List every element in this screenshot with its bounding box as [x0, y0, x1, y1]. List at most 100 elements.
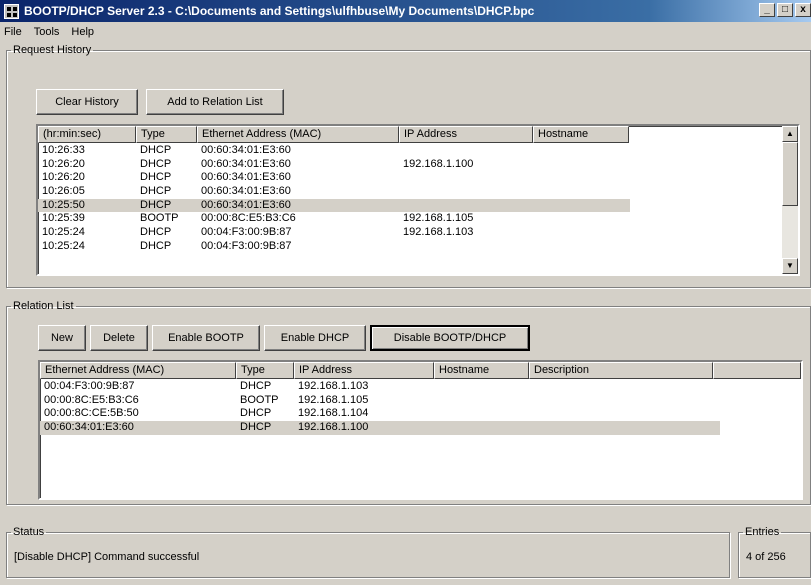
request-history-rows: 10:26:33 DHCP 00:60:34:01:E3:60 10:26:20… — [38, 144, 630, 254]
cell-hostname — [434, 407, 529, 421]
app-icon — [4, 3, 19, 19]
cell-mac: 00:00:8C:CE:5B:50 — [44, 407, 139, 420]
column-header-description[interactable]: Description — [529, 362, 713, 379]
table-row[interactable]: 00:00:8C:CE:5B:50 DHCP 192.168.1.104 — [40, 407, 720, 421]
cell-description — [529, 421, 713, 435]
maximize-button[interactable]: □ — [777, 3, 793, 17]
menu-tools[interactable]: Tools — [34, 26, 60, 38]
cell-hostname — [533, 212, 629, 226]
cell-type: DHCP — [140, 198, 172, 211]
column-header-mac[interactable]: Ethernet Address (MAC) — [197, 126, 399, 143]
column-header-ip[interactable]: IP Address — [399, 126, 533, 143]
menu-bar: File Tools Help — [0, 22, 811, 41]
cell-ip: 192.168.1.103 — [298, 380, 369, 392]
column-header-hostname[interactable]: Hostname — [533, 126, 629, 143]
table-row[interactable]: 10:25:24 DHCP 00:04:F3:00:9B:87 192.168.… — [38, 226, 630, 240]
window-controls: _ □ x — [759, 3, 811, 17]
cell-type: DHCP — [140, 171, 172, 184]
close-button[interactable]: x — [795, 3, 811, 17]
column-header-type[interactable]: Type — [136, 126, 197, 143]
cell-time: 10:25:39 — [42, 212, 85, 225]
cell-hostname — [533, 185, 629, 199]
cell-time: 10:26:05 — [42, 185, 85, 198]
table-row[interactable]: 10:26:20 DHCP 00:60:34:01:E3:60 192.168.… — [38, 158, 630, 172]
cell-mac: 00:04:F3:00:9B:87 — [201, 239, 292, 252]
scroll-down-arrow-icon[interactable]: ▼ — [782, 258, 798, 274]
cell-time: 10:25:24 — [42, 239, 85, 252]
cell-ip: 192.168.1.105 — [298, 393, 369, 406]
delete-button[interactable]: Delete — [90, 325, 148, 351]
cell-type: DHCP — [140, 226, 172, 239]
column-header-ip[interactable]: IP Address — [294, 362, 434, 379]
table-row[interactable]: 10:25:39 BOOTP 00:00:8C:E5:B3:C6 192.168… — [38, 212, 630, 226]
menu-help[interactable]: Help — [71, 26, 94, 38]
enable-dhcp-button[interactable]: Enable DHCP — [264, 325, 366, 351]
add-to-relation-list-button[interactable]: Add to Relation List — [146, 89, 284, 115]
cell-time: 10:25:24 — [42, 226, 85, 239]
request-history-list[interactable]: (hr:min:sec) Type Ethernet Address (MAC)… — [36, 124, 800, 276]
cell-type: DHCP — [240, 407, 272, 420]
relation-list-rows: 00:04:F3:00:9B:87 DHCP 192.168.1.103 00:… — [40, 380, 720, 435]
disable-bootp-dhcp-button[interactable]: Disable BOOTP/DHCP — [370, 325, 530, 351]
cell-hostname — [533, 158, 629, 172]
cell-ip — [399, 144, 533, 158]
new-button[interactable]: New — [38, 325, 86, 351]
cell-description — [529, 407, 713, 421]
cell-mac: 00:04:F3:00:9B:87 — [44, 380, 135, 392]
cell-type: DHCP — [140, 185, 172, 198]
request-history-legend: Request History — [13, 44, 92, 56]
scroll-up-arrow-icon[interactable]: ▲ — [782, 126, 798, 142]
cell-type: BOOTP — [140, 212, 179, 225]
cell-ip: 192.168.1.103 — [403, 226, 474, 239]
cell-mac: 00:60:34:01:E3:60 — [44, 421, 134, 434]
table-row[interactable]: 10:26:20 DHCP 00:60:34:01:E3:60 — [38, 171, 630, 185]
minimize-button[interactable]: _ — [759, 3, 775, 17]
table-row[interactable]: 10:25:24 DHCP 00:04:F3:00:9B:87 — [38, 240, 630, 254]
cell-hostname — [533, 240, 629, 254]
enable-bootp-button[interactable]: Enable BOOTP — [152, 325, 260, 351]
cell-ip: 192.168.1.100 — [298, 421, 369, 434]
cell-ip: 192.168.1.100 — [403, 157, 474, 170]
cell-type: DHCP — [140, 239, 172, 252]
cell-ip — [399, 185, 533, 199]
cell-ip — [399, 171, 533, 185]
cell-mac: 00:60:34:01:E3:60 — [201, 157, 291, 170]
cell-hostname — [434, 421, 529, 435]
table-row-selected[interactable]: 00:60:34:01:E3:60 DHCP 192.168.1.100 — [40, 421, 720, 435]
cell-hostname — [533, 226, 629, 240]
column-header-extra[interactable] — [713, 362, 801, 379]
cell-hostname — [533, 171, 629, 185]
cell-description — [529, 394, 713, 408]
cell-mac: 00:04:F3:00:9B:87 — [201, 226, 292, 239]
cell-type: DHCP — [140, 157, 172, 170]
menu-file[interactable]: File — [4, 26, 22, 38]
entries-count: 4 of 256 — [746, 551, 786, 563]
column-header-mac[interactable]: Ethernet Address (MAC) — [40, 362, 236, 379]
table-row[interactable]: 00:00:8C:E5:B3:C6 BOOTP 192.168.1.105 — [40, 394, 720, 408]
table-row-selected[interactable]: 10:25:50 DHCP 00:60:34:01:E3:60 — [38, 198, 630, 213]
cell-mac: 00:00:8C:E5:B3:C6 — [201, 212, 296, 225]
table-row[interactable]: 00:04:F3:00:9B:87 DHCP 192.168.1.103 — [40, 380, 720, 394]
scroll-thumb[interactable] — [782, 142, 798, 206]
entries-legend: Entries — [745, 526, 780, 538]
relation-list-header: Ethernet Address (MAC) Type IP Address H… — [40, 362, 801, 379]
window-title: BOOTP/DHCP Server 2.3 - C:\Documents and… — [24, 4, 535, 18]
table-row[interactable]: 10:26:05 DHCP 00:60:34:01:E3:60 — [38, 185, 630, 199]
cell-hostname — [434, 394, 529, 408]
column-header-time[interactable]: (hr:min:sec) — [38, 126, 136, 143]
table-row[interactable]: 10:26:33 DHCP 00:60:34:01:E3:60 — [38, 144, 630, 158]
status-message: [Disable DHCP] Command successful — [14, 551, 200, 563]
cell-mac: 00:60:34:01:E3:60 — [201, 144, 291, 156]
cell-time: 10:26:20 — [42, 157, 85, 170]
cell-hostname — [434, 380, 529, 394]
cell-type: DHCP — [140, 144, 172, 156]
clear-history-button[interactable]: Clear History — [36, 89, 138, 115]
request-history-scrollbar[interactable]: ▲ ▼ — [782, 126, 798, 274]
relation-list[interactable]: Ethernet Address (MAC) Type IP Address H… — [38, 360, 803, 500]
status-legend: Status — [13, 526, 45, 538]
column-header-type[interactable]: Type — [236, 362, 294, 379]
column-header-hostname[interactable]: Hostname — [434, 362, 529, 379]
cell-ip — [399, 240, 533, 254]
cell-description — [529, 380, 713, 394]
relation-list-legend: Relation List — [13, 300, 74, 312]
